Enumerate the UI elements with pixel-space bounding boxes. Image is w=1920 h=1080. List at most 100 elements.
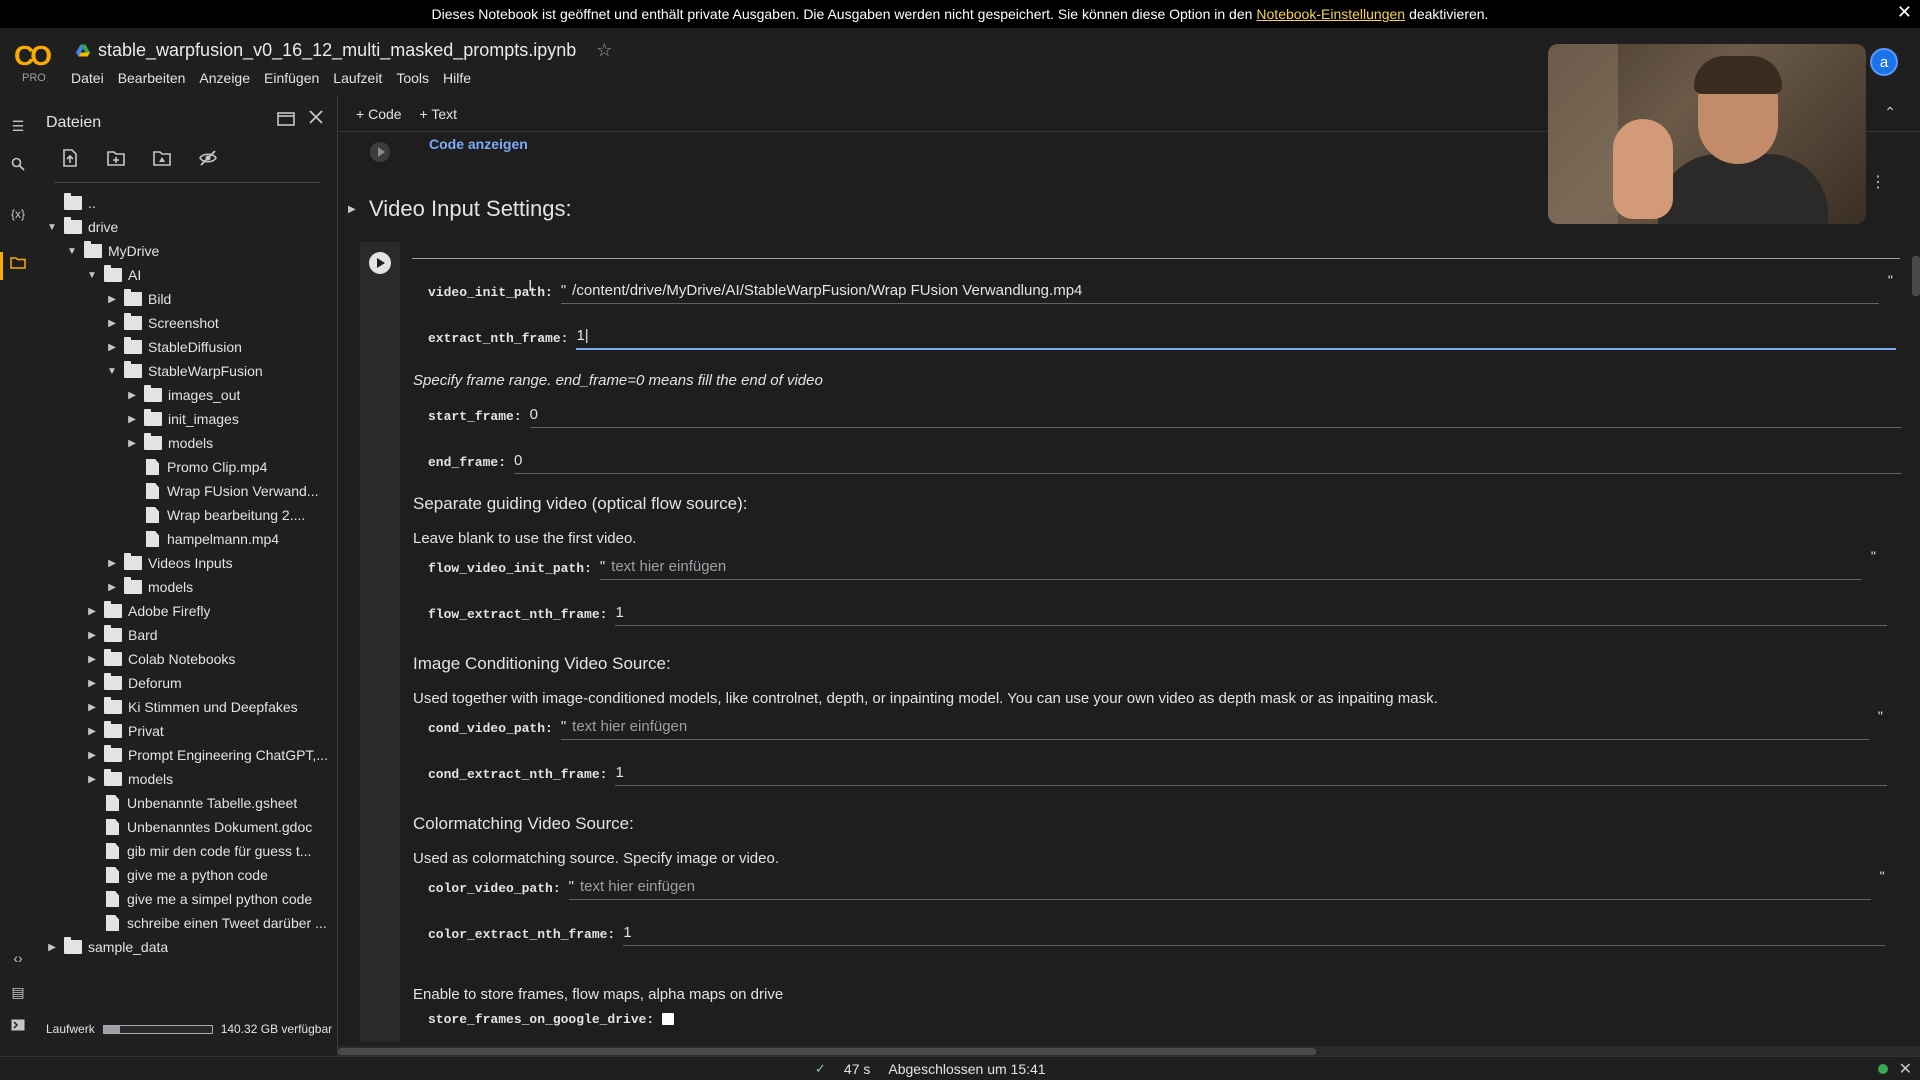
vertical-scrollbar[interactable]: [1912, 256, 1920, 296]
file-tree-item-folder[interactable]: ▼ drive: [44, 216, 118, 238]
file-tree-item-folder[interactable]: ▶ Screenshot: [104, 312, 219, 334]
file-tree-item-folder[interactable]: ▼ MyDrive: [64, 240, 159, 262]
file-tree-item-file[interactable]: hampelmann.mp4: [124, 528, 279, 550]
file-tree-item-folder[interactable]: ▼ AI: [84, 264, 141, 286]
open-in-tab-icon[interactable]: [277, 110, 295, 126]
star-icon[interactable]: ☆: [596, 40, 612, 61]
file-tree-item-folder[interactable]: ▶ StableDiffusion: [104, 336, 242, 358]
file-tree-item-folder[interactable]: ▶ models: [124, 432, 213, 454]
chevron-down-icon[interactable]: ▼: [44, 222, 60, 233]
file-tree-item-folder[interactable]: ▶ Bard: [84, 624, 158, 646]
variables-icon[interactable]: {x}: [8, 204, 28, 224]
more-options-icon[interactable]: ⋮: [1870, 172, 1886, 192]
table-of-contents-icon[interactable]: ☰: [8, 116, 28, 136]
notebook-settings-link[interactable]: Notebook-Einstellungen: [1256, 6, 1405, 22]
avatar[interactable]: a: [1870, 48, 1898, 76]
color-extract-nth-frame-input[interactable]: 1: [623, 920, 1886, 946]
mount-drive-icon[interactable]: [152, 148, 172, 168]
run-cell-play-button[interactable]: [369, 252, 391, 274]
add-text-button[interactable]: Text: [420, 106, 457, 122]
chevron-right-icon[interactable]: ▶: [84, 750, 100, 761]
files-icon[interactable]: [8, 254, 28, 274]
show-code-link[interactable]: Code anzeigen: [429, 136, 528, 152]
add-code-button[interactable]: Code: [356, 106, 401, 122]
close-icon[interactable]: [309, 110, 323, 124]
file-tree-item-file[interactable]: Unbenannte Tabelle.gsheet: [84, 792, 297, 814]
chevron-right-icon[interactable]: ▶: [84, 678, 100, 689]
file-tree-item-folder[interactable]: ▶ images_out: [124, 384, 240, 406]
start-frame-input[interactable]: 0: [529, 402, 1902, 428]
file-tree-item-file[interactable]: schreibe einen Tweet darüber ...: [84, 912, 327, 934]
file-tree-item-file[interactable]: Unbenanntes Dokument.gdoc: [84, 816, 312, 838]
flow-extract-nth-frame-input[interactable]: 1: [615, 600, 1888, 626]
chevron-right-icon[interactable]: ▶: [104, 294, 120, 305]
store-frames-checkbox[interactable]: [662, 1013, 675, 1025]
file-tree-item-file[interactable]: give me a simpel python code: [84, 888, 312, 910]
chevron-right-icon[interactable]: ▶: [104, 318, 120, 329]
colab-logo[interactable]: CO PRO: [14, 40, 56, 90]
chevron-right-icon[interactable]: ▶: [124, 438, 140, 449]
file-tree-item-folder[interactable]: ▶ models: [104, 576, 193, 598]
chevron-right-icon[interactable]: ▶: [84, 630, 100, 641]
color-video-path-input[interactable]: " text hier einfügen ": [568, 868, 1885, 900]
file-tree-item-folder[interactable]: ▶ models: [84, 768, 173, 790]
file-tree-item-folder[interactable]: ▶ init_images: [124, 408, 239, 430]
file-tree-item-folder[interactable]: ..: [44, 192, 96, 214]
command-palette-icon[interactable]: ▤: [8, 982, 28, 1002]
menu-hilfe[interactable]: Hilfe: [443, 70, 471, 86]
upload-file-icon[interactable]: [60, 148, 80, 168]
end-frame-input[interactable]: 0: [514, 448, 1903, 474]
file-tree-item-folder[interactable]: ▼ StableWarpFusion: [104, 360, 263, 382]
chevron-right-icon[interactable]: ▶: [84, 726, 100, 737]
hide-files-icon[interactable]: [198, 148, 218, 168]
chevron-right-icon[interactable]: ▶: [84, 654, 100, 665]
run-cell-button[interactable]: [370, 142, 390, 162]
chevron-down-icon[interactable]: ▼: [84, 270, 100, 281]
horizontal-scrollbar[interactable]: [338, 1046, 1920, 1056]
file-tree-item-folder[interactable]: ▶ Colab Notebooks: [84, 648, 235, 670]
file-tree-item-folder[interactable]: ▶ Adobe Firefly: [84, 600, 210, 622]
notebook-title[interactable]: stable_warpfusion_v0_16_12_multi_masked_…: [98, 40, 576, 61]
extract-nth-frame-input[interactable]: 1 |: [576, 324, 1897, 350]
chevron-right-icon[interactable]: ▶: [104, 582, 120, 593]
menu-einfuegen[interactable]: Einfügen: [264, 70, 319, 86]
chevron-down-icon[interactable]: ▼: [104, 366, 120, 377]
chevron-down-icon[interactable]: ▼: [64, 246, 80, 257]
file-tree-item-folder[interactable]: ▶ Privat: [84, 720, 164, 742]
execution-status[interactable]: ✓ 47 s Abgeschlossen um 15:41: [815, 1061, 1046, 1077]
file-tree-item-file[interactable]: Promo Clip.mp4: [124, 456, 267, 478]
file-tree-item-file[interactable]: give me a python code: [84, 864, 268, 886]
chevron-right-icon[interactable]: ▶: [44, 942, 60, 953]
file-tree-item-folder[interactable]: ▶ sample_data: [44, 936, 168, 958]
status-close-icon[interactable]: ✕: [1899, 1059, 1912, 1079]
chevron-right-icon[interactable]: ▶: [84, 774, 100, 785]
file-tree-item-file[interactable]: gib mir den code für guess t...: [84, 840, 311, 862]
flow-video-init-path-input[interactable]: " text hier einfügen ": [599, 548, 1876, 580]
menu-datei[interactable]: Datei: [71, 70, 104, 86]
video-init-path-input[interactable]: " /content/drive/MyDrive/AI/StableWarpFu…: [560, 272, 1893, 304]
chevron-right-icon[interactable]: ▶: [84, 702, 100, 713]
file-tree-item-file[interactable]: Wrap bearbeitung 2....: [124, 504, 305, 526]
chevron-right-icon[interactable]: ▶: [124, 390, 140, 401]
menu-tools[interactable]: Tools: [396, 70, 429, 86]
search-icon[interactable]: [8, 156, 28, 176]
file-tree-item-folder[interactable]: ▶ Prompt Engineering ChatGPT,...: [84, 744, 328, 766]
menu-bearbeiten[interactable]: Bearbeiten: [118, 70, 186, 86]
file-tree-item-file[interactable]: Wrap FUsion Verwand...: [124, 480, 318, 502]
chevron-up-icon[interactable]: ⌃: [1884, 104, 1896, 121]
file-tree-item-folder[interactable]: ▶ Videos Inputs: [104, 552, 233, 574]
cond-video-path-input[interactable]: " text hier einfügen ": [560, 708, 1883, 740]
file-tree-item-folder[interactable]: ▶ Ki Stimmen und Deepfakes: [84, 696, 298, 718]
banner-close-icon[interactable]: ✕: [1897, 2, 1912, 23]
menu-anzeige[interactable]: Anzeige: [199, 70, 250, 86]
cond-extract-nth-frame-input[interactable]: 1: [615, 760, 1888, 786]
new-folder-icon[interactable]: [106, 148, 126, 168]
file-tree-item-folder[interactable]: ▶ Bild: [104, 288, 171, 310]
chevron-right-icon[interactable]: ▶: [104, 342, 120, 353]
horizontal-scrollbar-thumb[interactable]: [338, 1048, 1316, 1055]
section-collapse-icon[interactable]: ▶: [348, 204, 356, 215]
terminal-icon[interactable]: [8, 1016, 28, 1036]
chevron-right-icon[interactable]: ▶: [104, 558, 120, 569]
menu-laufzeit[interactable]: Laufzeit: [333, 70, 382, 86]
code-snippets-icon[interactable]: ‹›: [8, 948, 28, 968]
